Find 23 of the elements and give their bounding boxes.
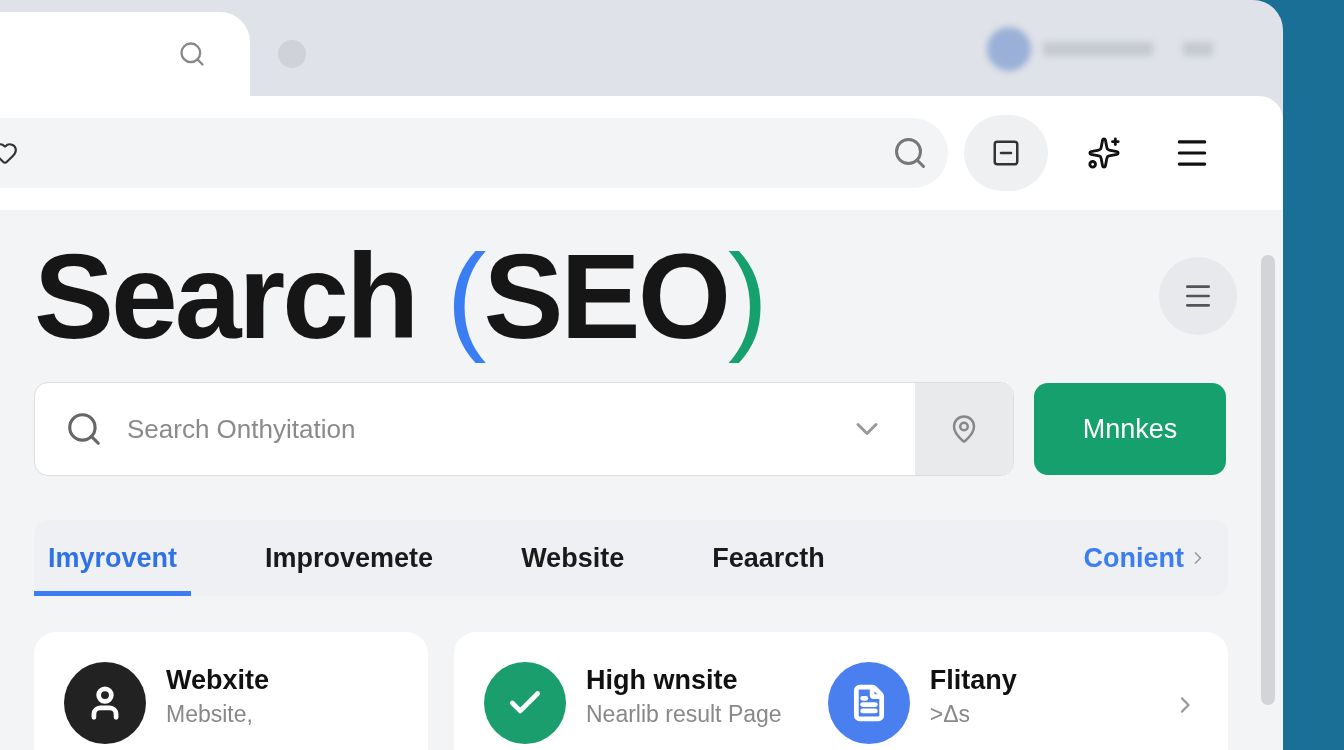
card-subtitle: Nearlib result Page [586,700,782,728]
search-icon [178,40,206,68]
location-button[interactable] [915,383,1013,475]
search-icon[interactable] [892,135,928,171]
search-icon [65,410,103,448]
tab[interactable]: Imyrovent [34,520,192,596]
tab[interactable]: Feaarcth [698,520,839,596]
card-title: Flitany [929,664,1017,696]
card-subtitle: Mebsite, [166,700,254,728]
card-title: Webxite [166,664,270,696]
minus-square-icon [991,138,1021,168]
tab[interactable]: Website [507,520,639,596]
page-heading: Search (SEO) [34,228,765,365]
result-card[interactable]: Webxite Mebsite, [34,632,428,750]
profile-icon[interactable] [987,27,1031,71]
card-subtitle: >Δs [929,700,972,728]
search-field[interactable]: Search Onthyitation [34,382,1014,476]
search-input[interactable]: Search Onthyitation [127,409,849,449]
scrollbar[interactable] [1261,255,1275,705]
tab[interactable]: Improvemete [251,520,448,596]
sparkle-icon [1087,136,1121,170]
result-card[interactable]: High wnsite Nearlib result Page Flitany >Δs [454,632,1228,750]
card-title: High wnsite [586,664,739,696]
